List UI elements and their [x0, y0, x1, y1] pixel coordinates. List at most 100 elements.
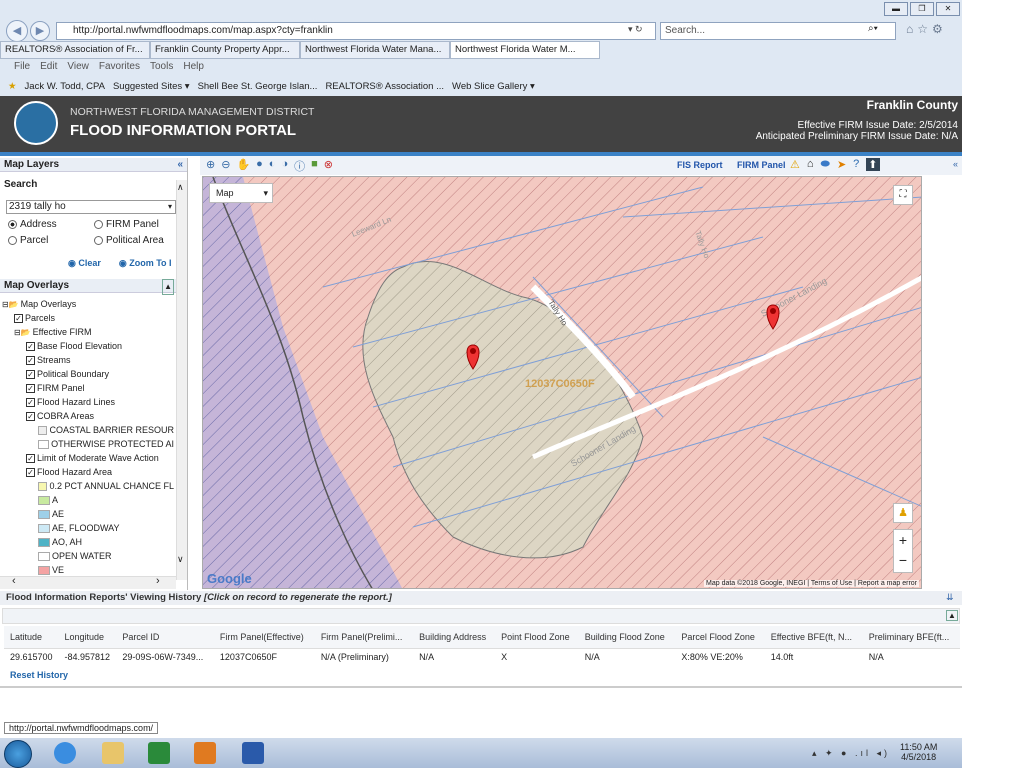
table-row[interactable]: 29.615700 -84.957812 29-09S-06W-7349... 120… — [4, 648, 960, 666]
tree-item[interactable]: ✓ Flood Hazard Area — [2, 465, 174, 479]
menu-help[interactable]: Help — [183, 61, 204, 73]
layer-checkbox[interactable]: ✓ — [26, 397, 35, 407]
back-button[interactable]: ◀ — [6, 20, 28, 42]
zoom-in-button[interactable]: + — [894, 530, 912, 550]
column-header[interactable]: Preliminary BFE(ft... — [862, 626, 960, 649]
zoom-to-button[interactable]: ◉ Zoom To I — [119, 258, 172, 269]
refresh-icon[interactable]: ▾ ↻ — [628, 24, 643, 35]
column-header[interactable]: Longitude — [58, 626, 117, 649]
fav-jack-todd[interactable]: Jack W. Todd, CPA — [25, 81, 105, 92]
zoom-out-icon[interactable]: ⊖ — [221, 158, 230, 174]
column-header[interactable]: Parcel Flood Zone — [675, 626, 765, 649]
folder-icon[interactable]: ⊟📂 — [2, 300, 19, 309]
layer-checkbox[interactable]: ✓ — [26, 355, 35, 365]
start-button[interactable] — [4, 740, 32, 768]
sidebar-scrollbar[interactable] — [176, 180, 187, 580]
minimize-icon[interactable]: ▬ — [884, 2, 908, 16]
pan-hand-icon[interactable]: ✋ — [236, 158, 250, 174]
tree-item[interactable]: OTHERWISE PROTECTED AI — [2, 437, 174, 451]
column-header[interactable]: Building Address — [413, 626, 496, 649]
menu-file[interactable]: File — [14, 61, 30, 73]
menu-tools[interactable]: Tools — [150, 61, 173, 73]
zoom-out-button[interactable]: − — [894, 550, 912, 570]
fis-report-link[interactable]: FIS Report — [677, 160, 723, 170]
collapse-overlays-icon[interactable]: ▲ — [162, 279, 174, 295]
excel-icon[interactable] — [148, 742, 170, 764]
tab-property-appraiser[interactable]: Franklin County Property Appr... — [150, 41, 300, 59]
scroll-left-icon[interactable]: ‹ — [12, 575, 16, 587]
layer-checkbox[interactable]: ✓ — [26, 341, 35, 351]
tree-item[interactable]: ⊟📂 Map Overlays — [2, 297, 174, 311]
home-icon[interactable]: ⌂☆⚙ — [906, 22, 947, 36]
home-map-icon[interactable]: ⌂ — [807, 158, 814, 171]
firm-panel-link[interactable]: FIRM Panel — [737, 160, 786, 170]
map-type-select[interactable]: Map ▾ — [209, 183, 273, 203]
column-header[interactable]: Firm Panel(Effective) — [213, 626, 315, 649]
clear-button[interactable]: ◉ Clear — [68, 258, 101, 269]
column-header[interactable]: Parcel ID — [116, 626, 214, 649]
expand-history-icon[interactable]: ⇊ — [946, 592, 954, 603]
scroll-down-icon[interactable]: ∨ — [177, 554, 184, 565]
collapse-history-icon[interactable]: ▲ — [946, 610, 958, 621]
forward-button[interactable]: ▶ — [30, 21, 50, 41]
fav-shell-bee[interactable]: Shell Bee St. George Islan... — [198, 81, 318, 92]
help-icon[interactable]: ? — [853, 158, 859, 171]
bubble-icon[interactable]: ⬬ — [821, 158, 830, 171]
reset-history-link[interactable]: Reset History — [10, 670, 68, 680]
tree-item[interactable]: ✓ Base Flood Elevation — [2, 339, 174, 353]
next-extent-icon[interactable]: ◑ — [281, 158, 288, 174]
search-dropdown-icon[interactable]: ▾ — [168, 202, 172, 211]
tree-item[interactable]: OPEN WATER — [2, 549, 174, 563]
upload-icon[interactable]: ⬆ — [866, 158, 880, 171]
info-icon[interactable]: ⓘ — [294, 158, 305, 174]
tab-nwfwmd-active[interactable]: Northwest Florida Water M... — [450, 41, 600, 59]
tree-item[interactable]: ✓ Parcels — [2, 311, 174, 325]
clear-map-icon[interactable]: ⊗ — [324, 158, 333, 174]
layer-checkbox[interactable]: ✓ — [26, 383, 35, 393]
radio-firm-panel[interactable]: FIRM Panel — [94, 219, 180, 230]
explorer-icon[interactable] — [102, 742, 124, 764]
clock[interactable]: 11:50 AM 4/5/2018 — [900, 742, 937, 762]
tree-item[interactable]: ✓ Limit of Moderate Wave Action — [2, 451, 174, 465]
layer-checkbox[interactable]: ✓ — [26, 467, 35, 477]
tree-item[interactable]: ⊟📂 Effective FIRM — [2, 325, 174, 339]
layer-checkbox[interactable]: ✓ — [26, 411, 35, 421]
word-icon[interactable] — [242, 742, 264, 764]
close-icon[interactable]: ✕ — [936, 2, 960, 16]
tree-item[interactable]: ✓ Flood Hazard Lines — [2, 395, 174, 409]
tree-item[interactable]: ✓ FIRM Panel — [2, 381, 174, 395]
zoom-in-icon[interactable]: ⊕ — [206, 158, 215, 174]
tree-item[interactable]: AE, FLOODWAY — [2, 521, 174, 535]
tree-item[interactable]: ✓ COBRA Areas — [2, 409, 174, 423]
fav-suggested-sites[interactable]: Suggested Sites ▾ — [113, 81, 190, 92]
layer-checkbox[interactable]: ✓ — [26, 369, 35, 379]
folder-icon[interactable]: ⊟📂 — [14, 328, 31, 337]
radio-political-area[interactable]: Political Area — [94, 235, 180, 246]
favorites-star-icon[interactable]: ★ — [8, 81, 17, 92]
tab-realtors[interactable]: REALTORS® Association of Fr... — [0, 41, 150, 59]
column-header[interactable]: Building Flood Zone — [578, 626, 676, 649]
address-search-input[interactable]: 2319 tally ho — [6, 200, 176, 214]
map-attribution[interactable]: Map data ©2018 Google, INEGI | Terms of … — [704, 580, 919, 587]
address-bar[interactable]: http://portal.nwfwmdfloodmaps.com/map.as… — [56, 22, 656, 40]
tree-item[interactable]: ✓ Political Boundary — [2, 367, 174, 381]
arrow-icon[interactable]: ➤ — [837, 158, 846, 171]
tab-nwfwmd[interactable]: Northwest Florida Water Mana... — [300, 41, 450, 59]
fav-realtors[interactable]: REALTORS® Association ... — [325, 81, 444, 92]
tree-item[interactable]: VE — [2, 563, 174, 577]
column-header[interactable]: Point Flood Zone — [495, 626, 579, 649]
layer-checkbox[interactable]: ✓ — [26, 453, 35, 463]
layer-checkbox[interactable]: ✓ — [14, 313, 23, 323]
column-header[interactable]: Latitude — [4, 626, 59, 649]
column-header[interactable]: Effective BFE(ft, N... — [764, 626, 863, 649]
scroll-right-icon[interactable]: › — [156, 575, 160, 587]
map-canvas[interactable]: Schooner Landing Schooner Landing Tally … — [202, 176, 922, 589]
menu-edit[interactable]: Edit — [40, 61, 57, 73]
scroll-up-icon[interactable]: ∧ — [177, 182, 184, 193]
globe-icon[interactable]: ● — [256, 158, 263, 174]
tree-item[interactable]: AO, AH — [2, 535, 174, 549]
tree-item[interactable]: 0.2 PCT ANNUAL CHANCE FL — [2, 479, 174, 493]
radio-address[interactable]: Address — [8, 219, 94, 230]
expand-panel-icon[interactable]: « — [953, 159, 958, 169]
restore-icon[interactable]: ❐ — [910, 2, 934, 16]
